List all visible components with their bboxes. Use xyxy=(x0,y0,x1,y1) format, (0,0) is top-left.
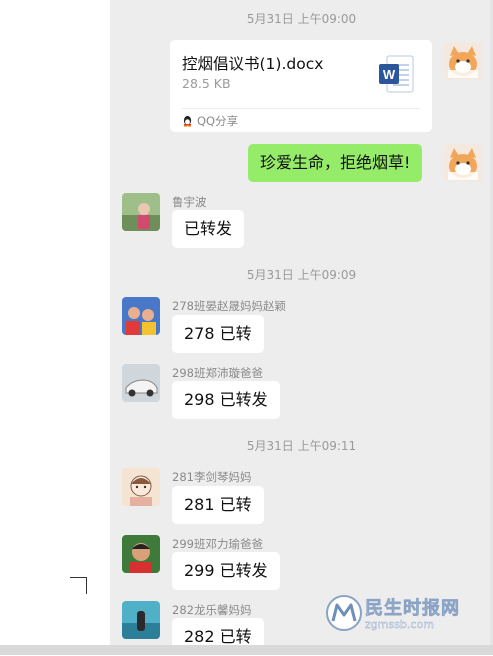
left-pane xyxy=(0,0,110,655)
contact-avatar[interactable] xyxy=(122,601,160,639)
sender-name: 299班邓力瑜爸爸 xyxy=(172,537,263,551)
self-message-bubble[interactable]: 珍爱生命，拒绝烟草! xyxy=(248,144,423,182)
sender-name: 鲁宇波 xyxy=(172,195,207,209)
contact-avatar[interactable] xyxy=(122,468,160,506)
self-avatar[interactable] xyxy=(444,42,482,80)
contact-avatar[interactable] xyxy=(122,193,160,231)
chat-area[interactable]: 5月31日 上午09:00 控烟倡议书(1).docx 28.5 KB W QQ… xyxy=(110,0,493,656)
file-name: 控烟倡议书(1).docx xyxy=(182,55,324,73)
file-source: QQ分享 xyxy=(182,113,238,129)
file-size: 28.5 KB xyxy=(182,76,231,91)
sender-name: 281李剑琴妈妈 xyxy=(172,470,252,484)
bottom-strip xyxy=(0,645,493,655)
timestamp: 5月31日 上午09:11 xyxy=(246,439,357,453)
sender-name: 282龙乐馨妈妈 xyxy=(172,603,252,617)
qq-penguin-icon xyxy=(182,115,193,127)
svg-text:W: W xyxy=(383,67,396,82)
message-bubble[interactable]: 278 已转 xyxy=(172,315,264,353)
word-doc-icon: W xyxy=(377,54,417,96)
message-bubble[interactable]: 299 已转发 xyxy=(172,552,280,590)
timestamp: 5月31日 上午09:09 xyxy=(246,268,357,282)
file-card-divider xyxy=(182,108,420,109)
message-bubble[interactable]: 281 已转 xyxy=(172,486,264,524)
watermark-url: zgmssb.com xyxy=(365,618,434,631)
sender-name: 298班郑沛璇爸爸 xyxy=(172,366,263,380)
sender-name: 278班晏赵晟妈妈赵颖 xyxy=(172,299,286,313)
message-bubble[interactable]: 298 已转发 xyxy=(172,381,280,419)
watermark-title: 民生时报网 xyxy=(365,598,460,620)
contact-avatar[interactable] xyxy=(122,364,160,402)
file-message-card[interactable]: 控烟倡议书(1).docx 28.5 KB W QQ分享 xyxy=(170,40,432,132)
watermark: 民生时报网 zgmssb.com xyxy=(325,594,475,638)
timestamp: 5月31日 上午09:00 xyxy=(246,12,357,26)
file-source-label: QQ分享 xyxy=(197,114,239,128)
window-corner-marker xyxy=(70,577,87,594)
contact-avatar[interactable] xyxy=(122,535,160,573)
message-bubble[interactable]: 已转发 xyxy=(172,210,245,248)
watermark-logo-icon xyxy=(325,594,363,632)
contact-avatar[interactable] xyxy=(122,297,160,335)
self-avatar[interactable] xyxy=(444,144,482,182)
